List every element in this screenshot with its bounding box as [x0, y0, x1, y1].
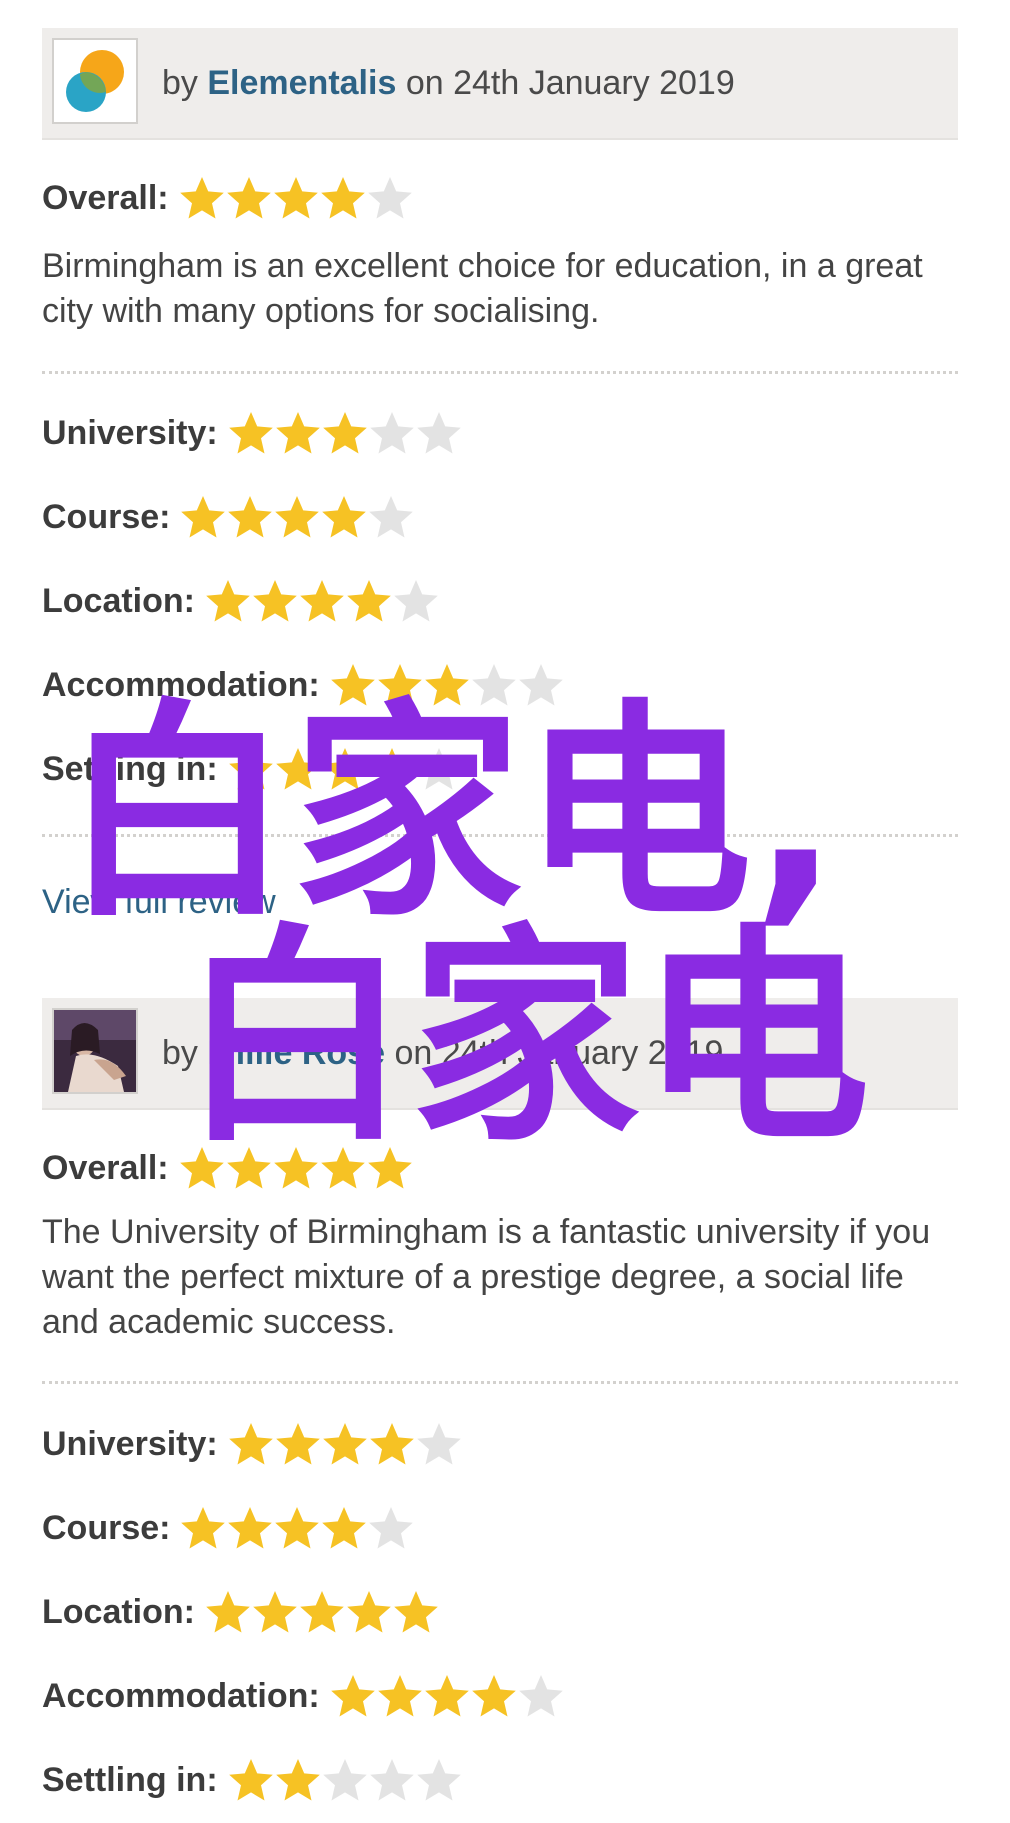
star-filled-icon — [226, 177, 271, 219]
review-date: on 24th January 2019 — [405, 64, 735, 102]
star-filled-icon — [179, 177, 224, 219]
star-rating — [228, 1757, 463, 1803]
rating-label: University: — [42, 1424, 218, 1463]
star-rating — [179, 175, 414, 221]
star-empty-icon — [416, 1759, 461, 1801]
overall-rating: Overall: — [42, 174, 414, 222]
star-filled-icon — [347, 1591, 391, 1633]
star-filled-icon — [181, 496, 226, 538]
rating-row-location: Location: — [42, 1588, 440, 1636]
star-filled-icon — [273, 177, 318, 219]
star-filled-icon — [206, 580, 250, 622]
star-empty-icon — [369, 1507, 414, 1549]
rating-row-accommodation: Accommodation: — [42, 1672, 565, 1720]
star-filled-icon — [275, 1507, 320, 1549]
rating-label: Overall: — [42, 178, 169, 217]
star-filled-icon — [300, 580, 344, 622]
avatar[interactable] — [52, 38, 138, 124]
rating-row-university: University: — [42, 1420, 463, 1468]
rating-label: Location: — [42, 1592, 195, 1631]
star-filled-icon — [181, 1507, 226, 1549]
star-empty-icon — [416, 1423, 461, 1465]
rating-label: Settling in: — [42, 1760, 218, 1799]
star-filled-icon — [228, 1507, 273, 1549]
star-filled-icon — [377, 1675, 422, 1717]
orange-blue-bubbles-avatar-icon — [66, 50, 124, 112]
star-filled-icon — [206, 1591, 250, 1633]
rating-row-course: Course: — [42, 493, 415, 541]
star-filled-icon — [322, 1507, 367, 1549]
star-empty-icon — [367, 177, 412, 219]
star-filled-icon — [322, 496, 367, 538]
rating-label: Accommodation: — [42, 1676, 320, 1715]
avatar[interactable] — [52, 1008, 138, 1094]
star-rating — [228, 1421, 463, 1467]
star-filled-icon — [275, 496, 320, 538]
star-rating — [330, 1673, 565, 1719]
star-filled-icon — [424, 1675, 469, 1717]
star-empty-icon — [394, 580, 438, 622]
star-rating — [180, 494, 415, 540]
divider — [42, 371, 958, 374]
star-rating — [180, 1505, 415, 1551]
star-filled-icon — [228, 1759, 273, 1801]
review-header: by Elementalis on 24th January 2019 — [42, 28, 958, 140]
review-card: by Elementalis on 24th January 2019 Over… — [42, 28, 958, 921]
divider — [42, 1381, 958, 1384]
rating-label: Location: — [42, 581, 195, 620]
star-filled-icon — [228, 496, 273, 538]
rating-row-course: Course: — [42, 1504, 415, 1552]
star-empty-icon — [322, 1759, 367, 1801]
by-prefix: by — [162, 64, 198, 102]
star-filled-icon — [320, 177, 365, 219]
star-empty-icon — [369, 1759, 414, 1801]
star-filled-icon — [471, 1675, 516, 1717]
star-filled-icon — [275, 1759, 320, 1801]
rating-row-university: University: — [42, 409, 463, 457]
star-filled-icon — [275, 412, 320, 454]
star-empty-icon — [416, 412, 461, 454]
author-link[interactable]: Elementalis — [207, 64, 396, 102]
star-filled-icon — [330, 1675, 375, 1717]
rating-label: University: — [42, 413, 218, 452]
star-filled-icon — [369, 1423, 414, 1465]
star-filled-icon — [228, 1423, 273, 1465]
star-rating — [205, 578, 440, 624]
rating-row-location: Location: — [42, 577, 440, 625]
star-filled-icon — [300, 1591, 344, 1633]
star-filled-icon — [322, 412, 367, 454]
rating-row-settling-in: Settling in: — [42, 1756, 463, 1804]
star-empty-icon — [518, 1675, 563, 1717]
star-empty-icon — [369, 496, 414, 538]
star-rating — [205, 1589, 440, 1635]
watermark-line-1: 白家电, — [62, 681, 840, 948]
star-filled-icon — [253, 1591, 297, 1633]
rating-label: Course: — [42, 1508, 171, 1547]
star-filled-icon — [253, 580, 297, 622]
review-comment: Birmingham is an excellent choice for ed… — [42, 247, 923, 330]
review-comment: The University of Birmingham is a fantas… — [42, 1213, 931, 1341]
star-rating — [228, 410, 463, 456]
photo-avatar-icon — [54, 1010, 136, 1092]
watermark-line-2: 白家电 — [180, 906, 871, 1173]
byline: by Elementalis on 24th January 2019 — [162, 28, 735, 138]
star-filled-icon — [275, 1423, 320, 1465]
star-empty-icon — [369, 412, 414, 454]
rating-label: Course: — [42, 497, 171, 536]
star-filled-icon — [322, 1423, 367, 1465]
star-filled-icon — [394, 1591, 438, 1633]
rating-label: Overall: — [42, 1148, 169, 1187]
star-filled-icon — [228, 412, 273, 454]
star-filled-icon — [347, 580, 391, 622]
